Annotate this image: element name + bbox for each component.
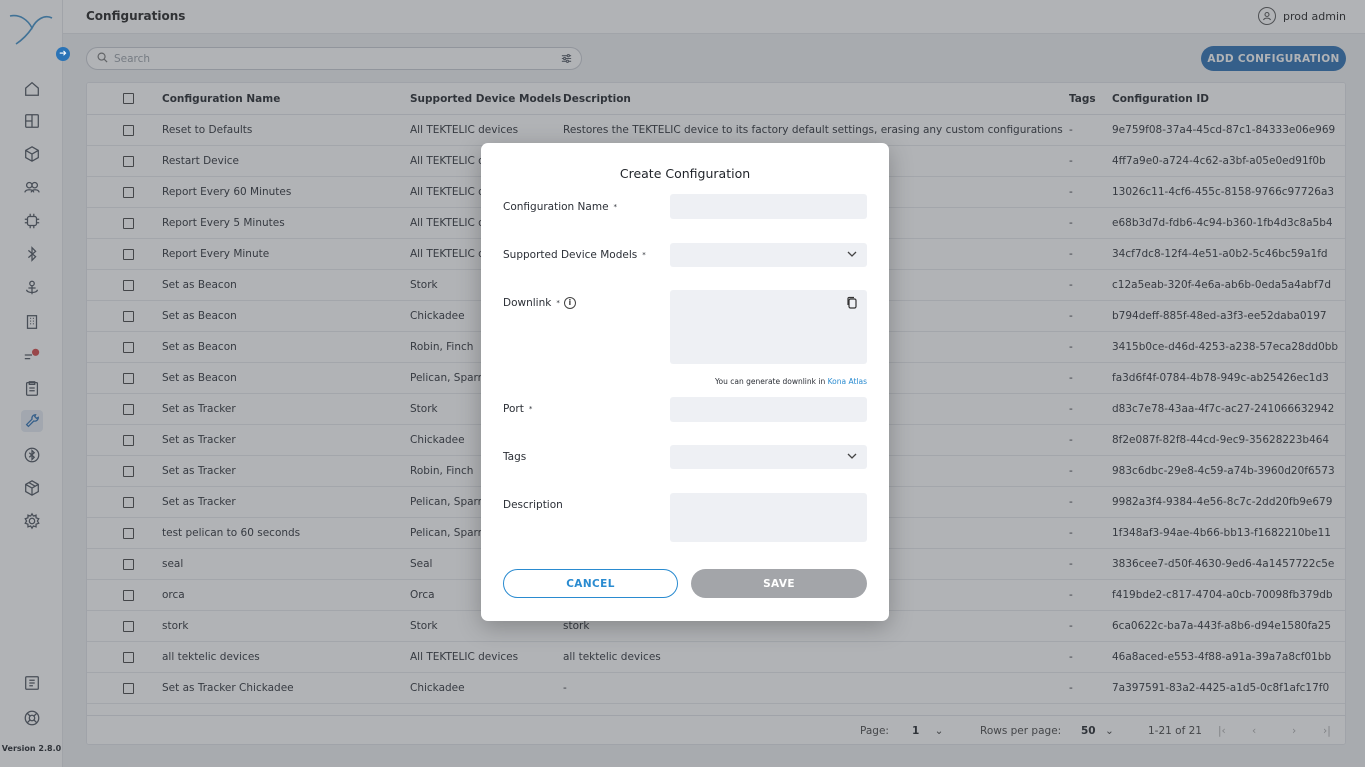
downlink-field[interactable] — [670, 290, 867, 364]
kona-atlas-link[interactable]: Kona Atlas — [828, 377, 867, 386]
supported-models-label: Supported Device Models * — [503, 249, 646, 261]
supported-models-select[interactable] — [670, 243, 867, 267]
configuration-name-field[interactable] — [670, 194, 867, 219]
chevron-down-icon — [846, 450, 858, 465]
chevron-down-icon — [846, 248, 858, 263]
configuration-name-label: Configuration Name * — [503, 201, 618, 213]
save-button[interactable]: SAVE — [691, 569, 867, 598]
dialog-title: Create Configuration — [619, 166, 751, 181]
copy-icon[interactable] — [846, 296, 858, 312]
configuration-name-input[interactable] — [670, 194, 867, 219]
tags-select[interactable] — [670, 445, 867, 469]
expand-sidebar-button[interactable]: ➔ — [56, 47, 70, 61]
port-field[interactable] — [670, 397, 867, 422]
create-configuration-dialog: Create Configuration Configuration Name *… — [481, 143, 889, 621]
downlink-textarea[interactable] — [670, 290, 867, 364]
info-icon[interactable]: i — [563, 297, 576, 309]
description-field[interactable] — [670, 493, 867, 542]
downlink-hint: You can generate downlink in Kona Atlas — [714, 377, 867, 386]
downlink-label: Downlink * i — [503, 297, 576, 309]
port-input[interactable] — [670, 397, 867, 422]
cancel-button[interactable]: CANCEL — [503, 569, 678, 598]
port-label: Port * — [503, 403, 533, 415]
description-textarea[interactable] — [670, 493, 867, 542]
description-label: Description — [503, 499, 563, 511]
tags-label: Tags — [503, 451, 527, 463]
